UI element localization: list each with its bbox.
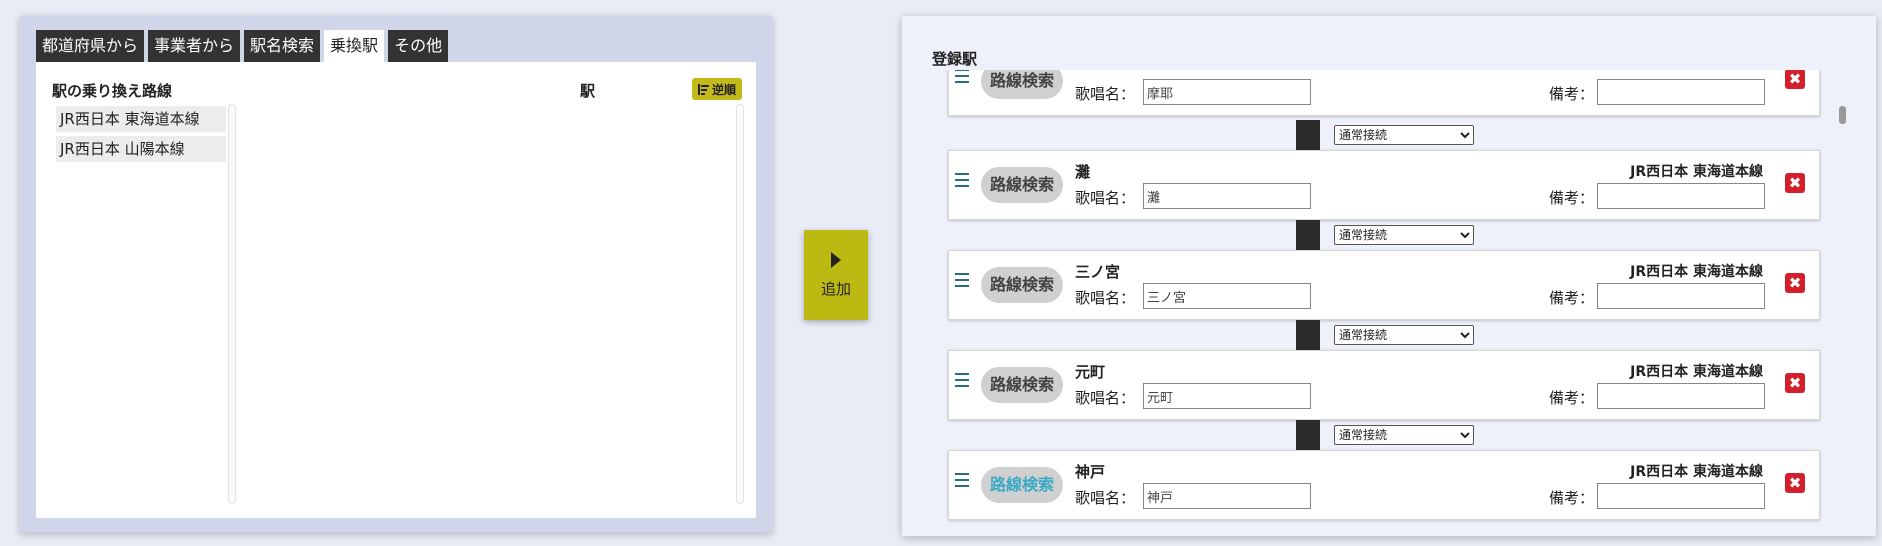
route-search-button[interactable]: 路線検索 (981, 367, 1063, 403)
connection-type-select[interactable]: 通常接続 (1334, 325, 1474, 345)
station-name: 三ノ宮 (1075, 263, 1121, 281)
add-station-button[interactable]: 追加 (804, 230, 868, 320)
route-item[interactable]: JR西日本 東海道本線 (56, 106, 226, 132)
route-search-button[interactable]: 路線検索 (981, 467, 1063, 503)
remark-input[interactable] (1597, 383, 1765, 409)
remark-label: 備考： (1549, 189, 1595, 207)
drag-handle-icon[interactable] (955, 70, 969, 83)
remark-label: 備考： (1549, 489, 1595, 507)
tab-other[interactable]: その他 (388, 30, 449, 62)
route-search-button[interactable]: 路線検索 (981, 70, 1063, 99)
lyric-name-input[interactable] (1143, 183, 1311, 209)
tab-prefecture[interactable]: 都道府県から (36, 30, 145, 62)
source-tabs: 都道府県から 事業者から 駅名検索 乗換駅 その他 (36, 30, 449, 62)
station-name: 元町 (1075, 363, 1106, 381)
tab-transfer-station[interactable]: 乗換駅 (324, 30, 385, 62)
lyric-label: 歌唱名： (1075, 389, 1136, 407)
sort-desc-icon (697, 83, 709, 95)
station-name: 灘 (1075, 163, 1091, 181)
station-name: 神戸 (1075, 463, 1106, 481)
tab-content: 駅の乗り換え路線 駅 逆順 JR西日本 東海道本線 JR西日本 山陽本線 (36, 62, 756, 518)
delete-station-button[interactable]: ✖ (1785, 373, 1805, 393)
registered-stations-title: 登録駅 (932, 50, 978, 68)
connection-type-select[interactable]: 通常接続 (1334, 125, 1474, 145)
remark-input[interactable] (1597, 283, 1765, 309)
remark-label: 備考： (1549, 289, 1595, 307)
station-card: 路線検索 神戸 JR西日本 東海道本線 歌唱名： 備考： ✖ (948, 450, 1820, 520)
delete-station-button[interactable]: ✖ (1785, 70, 1805, 89)
delete-station-button[interactable]: ✖ (1785, 273, 1805, 293)
lyric-name-input[interactable] (1143, 79, 1311, 105)
remark-label: 備考： (1549, 389, 1595, 407)
station-line-name: JR西日本 東海道本線 (1630, 164, 1763, 180)
route-item[interactable]: JR西日本 山陽本線 (56, 136, 226, 162)
route-search-button[interactable]: 路線検索 (981, 167, 1063, 203)
add-station-label: 追加 (820, 279, 851, 298)
station-line-name: JR西日本 東海道本線 (1630, 264, 1763, 280)
connector-line (1296, 220, 1320, 250)
connector-line (1296, 120, 1320, 150)
station-line-name: JR西日本 東海道本線 (1630, 364, 1763, 380)
remark-input[interactable] (1597, 79, 1765, 105)
lyric-name-input[interactable] (1143, 283, 1311, 309)
route-list-scrollbar[interactable] (228, 104, 236, 504)
station-card: 路線検索 三ノ宮 JR西日本 東海道本線 歌唱名： 備考： ✖ (948, 250, 1820, 320)
route-search-button[interactable]: 路線検索 (981, 267, 1063, 303)
lyric-label: 歌唱名： (1075, 85, 1136, 103)
transfer-routes-heading: 駅の乗り換え路線 (52, 82, 173, 100)
stations-heading: 駅 (580, 82, 596, 100)
delete-station-button[interactable]: ✖ (1785, 473, 1805, 493)
station-line-name: JR西日本 東海道本線 (1630, 464, 1763, 480)
station-card: 路線検索 灘 JR西日本 東海道本線 歌唱名： 備考： ✖ (948, 150, 1820, 220)
registered-stations-panel: 登録駅 路線検索 歌唱名： 備考： ✖ 通常接続 路線検索 灘 JR西日本 東海… (902, 16, 1876, 536)
lyric-label: 歌唱名： (1075, 489, 1136, 507)
tab-station-search[interactable]: 駅名検索 (244, 30, 321, 62)
connector-line (1296, 320, 1320, 350)
station-card: 路線検索 歌唱名： 備考： ✖ (948, 70, 1820, 116)
reverse-order-label: 逆順 (711, 82, 736, 97)
station-card: 路線検索 元町 JR西日本 東海道本線 歌唱名： 備考： ✖ (948, 350, 1820, 420)
station-source-panel: 都道府県から 事業者から 駅名検索 乗換駅 その他 駅の乗り換え路線 駅 逆順 … (20, 16, 772, 532)
reverse-order-button[interactable]: 逆順 (692, 78, 742, 100)
play-icon (831, 251, 841, 268)
drag-handle-icon[interactable] (955, 473, 969, 487)
lyric-label: 歌唱名： (1075, 189, 1136, 207)
remark-input[interactable] (1597, 483, 1765, 509)
transfer-route-list: JR西日本 東海道本線 JR西日本 山陽本線 (56, 106, 226, 166)
drag-handle-icon[interactable] (955, 273, 969, 287)
station-list-scrollbar[interactable] (736, 104, 744, 504)
delete-station-button[interactable]: ✖ (1785, 173, 1805, 193)
drag-handle-icon[interactable] (955, 173, 969, 187)
lyric-name-input[interactable] (1143, 483, 1311, 509)
tab-operator[interactable]: 事業者から (148, 30, 241, 62)
lyric-name-input[interactable] (1143, 383, 1311, 409)
registered-station-list: 路線検索 歌唱名： 備考： ✖ 通常接続 路線検索 灘 JR西日本 東海道本線 … (902, 70, 1876, 528)
connection-type-select[interactable]: 通常接続 (1334, 225, 1474, 245)
connection-type-select[interactable]: 通常接続 (1334, 425, 1474, 445)
remark-label: 備考： (1549, 85, 1595, 103)
drag-handle-icon[interactable] (955, 373, 969, 387)
lyric-label: 歌唱名： (1075, 289, 1136, 307)
remark-input[interactable] (1597, 183, 1765, 209)
connector-line (1296, 420, 1320, 450)
